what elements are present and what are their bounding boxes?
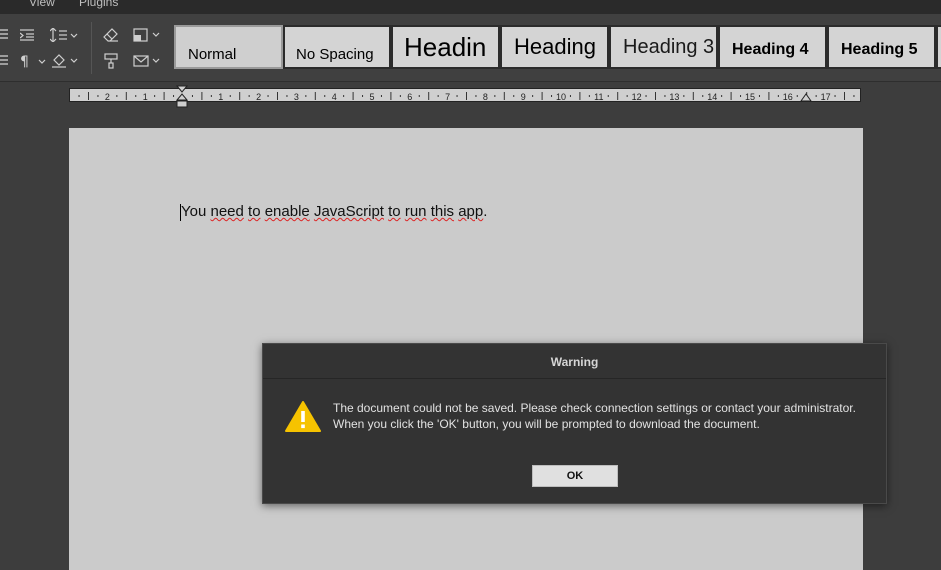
- increase-indent-icon[interactable]: [14, 24, 40, 46]
- ruler-number: 8: [483, 92, 488, 102]
- ruler-number: 7: [445, 92, 450, 102]
- ruler-number: 12: [632, 92, 642, 102]
- style-no-spacing-label: No Spacing: [296, 45, 374, 63]
- ruler-number: 5: [369, 92, 374, 102]
- style-more[interactable]: [936, 25, 941, 69]
- ruler-number: 2: [256, 92, 261, 102]
- toolbar: ¶ Normal No Spacing Headin Heading Headi…: [0, 14, 941, 82]
- fill-color-icon[interactable]: [48, 50, 82, 72]
- word: You: [181, 203, 207, 220]
- ruler-scale: 2 1 1 2 3 4 5 6 7 8 9 10 11 12 13 14 15 16 17: [78, 92, 855, 102]
- style-normal[interactable]: Normal: [174, 25, 283, 69]
- align-left-icon[interactable]: [0, 50, 14, 72]
- dialog-message: The document could not be saved. Please …: [333, 400, 878, 432]
- period: .: [483, 203, 488, 220]
- style-normal-label: Normal: [188, 45, 237, 63]
- ruler-number: 4: [332, 92, 337, 102]
- warning-icon: [285, 401, 321, 432]
- style-heading-3[interactable]: Heading 3: [609, 25, 718, 69]
- ok-button[interactable]: OK: [532, 465, 618, 487]
- paragraph-marks-icon[interactable]: ¶: [16, 50, 50, 72]
- ruler-number: 9: [521, 92, 526, 102]
- dialog-message-line: When you click the 'OK' button, you will…: [333, 417, 760, 431]
- ruler-number: 16: [783, 92, 793, 102]
- indent-marker-icon[interactable]: [176, 84, 188, 108]
- align-justify-icon[interactable]: [0, 24, 14, 46]
- right-indent-marker-icon[interactable]: [800, 92, 812, 102]
- word-misspelled: JavaScript: [313, 203, 384, 220]
- style-heading-5[interactable]: Heading 5: [827, 25, 936, 69]
- menu-plugins[interactable]: Plugins: [79, 0, 118, 9]
- menu-view[interactable]: View: [29, 0, 55, 9]
- dialog-title: Warning: [263, 344, 886, 379]
- document-text[interactable]: You need to enable JavaScript to run thi…: [181, 203, 487, 220]
- ruler-number: 10: [556, 92, 566, 102]
- style-heading-1[interactable]: Headin: [391, 25, 500, 69]
- style-heading-2-label: Heading: [514, 34, 596, 59]
- dialog-message-line: The document could not be saved. Please …: [333, 401, 856, 415]
- ruler-number: 14: [707, 92, 717, 102]
- word-misspelled: app: [458, 203, 484, 220]
- word-misspelled: to: [388, 203, 401, 220]
- line-spacing-icon[interactable]: [48, 24, 80, 46]
- word-misspelled: run: [404, 203, 427, 220]
- shading-icon[interactable]: [130, 24, 164, 46]
- ruler-number: 13: [669, 92, 679, 102]
- word-misspelled: this: [430, 203, 455, 220]
- style-heading-1-label: Headin: [404, 31, 487, 62]
- menu-bar: View Plugins: [0, 0, 941, 14]
- ruler-number: 3: [294, 92, 299, 102]
- word-misspelled: to: [248, 203, 261, 220]
- warning-dialog: Warning The document could not be saved.…: [262, 343, 887, 504]
- style-heading-5-label: Heading 5: [841, 41, 918, 58]
- copy-style-icon[interactable]: [98, 50, 124, 72]
- ruler-number: 2: [105, 92, 110, 102]
- style-heading-4-label: Heading 4: [732, 41, 809, 58]
- ruler-number: 6: [407, 92, 412, 102]
- svg-text:¶: ¶: [20, 54, 29, 68]
- word-misspelled: need: [210, 203, 244, 220]
- toolbar-separator: [91, 22, 92, 74]
- style-heading-4[interactable]: Heading 4: [718, 25, 827, 69]
- style-heading-2[interactable]: Heading: [500, 25, 609, 69]
- style-heading-3-label: Heading 3: [623, 35, 715, 58]
- ruler-number: 17: [821, 92, 831, 102]
- ruler-number: 1: [143, 92, 148, 102]
- word-misspelled: enable: [264, 203, 310, 220]
- eraser-icon[interactable]: [98, 24, 124, 46]
- ruler-number: 1: [218, 92, 223, 102]
- style-no-spacing[interactable]: No Spacing: [283, 25, 391, 69]
- ruler-number: 11: [594, 92, 603, 102]
- insert-shape-icon[interactable]: [130, 50, 164, 72]
- ruler-number: 15: [745, 92, 755, 102]
- ruler-area: 2 1 1 2 3 4 5 6 7 8 9 10 11 12 13 14 15 16 17: [0, 82, 941, 128]
